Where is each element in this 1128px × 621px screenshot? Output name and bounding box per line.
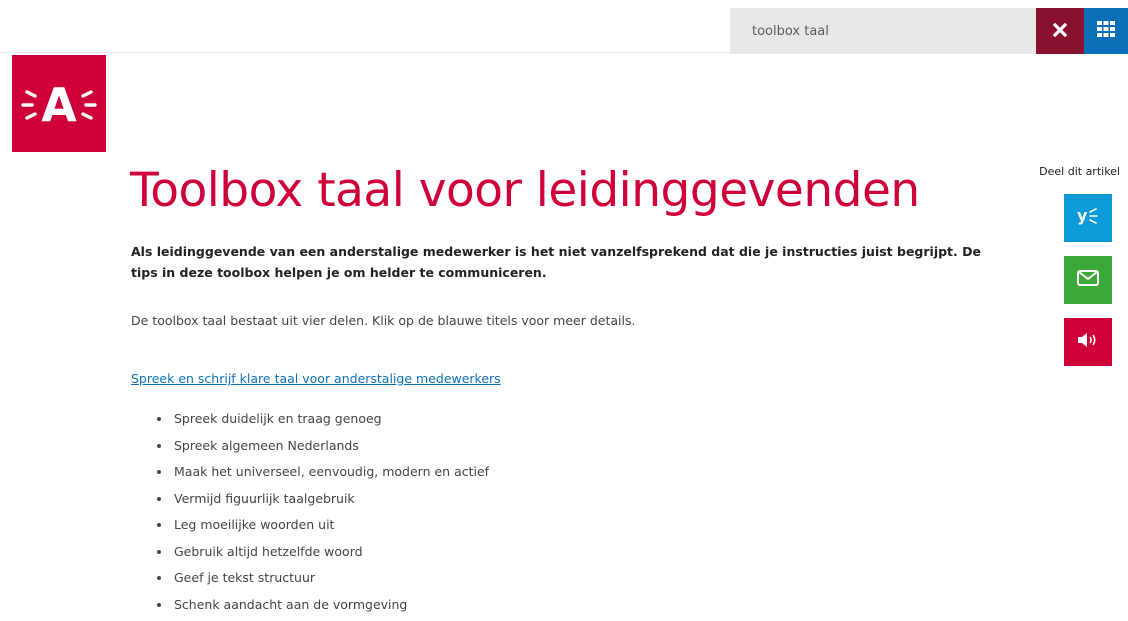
body-paragraph: De toolbox taal bestaat uit vier delen. …	[131, 311, 635, 331]
clear-search-button[interactable]	[1036, 8, 1084, 54]
list-item: Vermijd figuurlijk taalgebruik	[157, 489, 489, 516]
share-email-button[interactable]	[1064, 256, 1112, 304]
grid-icon	[1097, 21, 1115, 41]
svg-text:A: A	[41, 78, 77, 132]
share-label: Deel dit artikel	[1010, 165, 1120, 178]
list-item: Schenk aandacht aan de vormgeving	[157, 595, 489, 621]
apps-menu-button[interactable]	[1084, 8, 1128, 54]
list-item: Spreek duidelijk en traag genoeg	[157, 409, 489, 436]
list-item: Maak het universeel, eenvoudig, modern e…	[157, 462, 489, 489]
list-item: Geef je tekst structuur	[157, 568, 489, 595]
speaker-icon	[1077, 332, 1099, 352]
city-logo[interactable]: A	[12, 55, 106, 152]
svg-text:y: y	[1077, 206, 1088, 225]
logo-a-icon: A	[19, 74, 99, 134]
top-bar	[0, 0, 1128, 53]
section-link-klare-taal[interactable]: Spreek en schrijf klare taal voor anders…	[131, 369, 501, 389]
list-item: Leg moeilijke woorden uit	[157, 515, 489, 542]
share-yammer-button[interactable]: y	[1064, 194, 1112, 242]
search-input[interactable]	[730, 8, 1036, 54]
tips-list: Spreek duidelijk en traag genoeg Spreek …	[157, 409, 489, 621]
close-icon	[1053, 22, 1067, 41]
list-item: Gebruik altijd hetzelfde woord	[157, 542, 489, 569]
intro-paragraph: Als leidinggevende van een anderstalige …	[131, 241, 991, 283]
yammer-icon: y	[1076, 206, 1100, 230]
read-aloud-button[interactable]	[1064, 318, 1112, 366]
list-item: Spreek algemeen Nederlands	[157, 436, 489, 463]
envelope-icon	[1077, 270, 1099, 290]
page-title: Toolbox taal voor leidinggevenden	[130, 163, 920, 218]
